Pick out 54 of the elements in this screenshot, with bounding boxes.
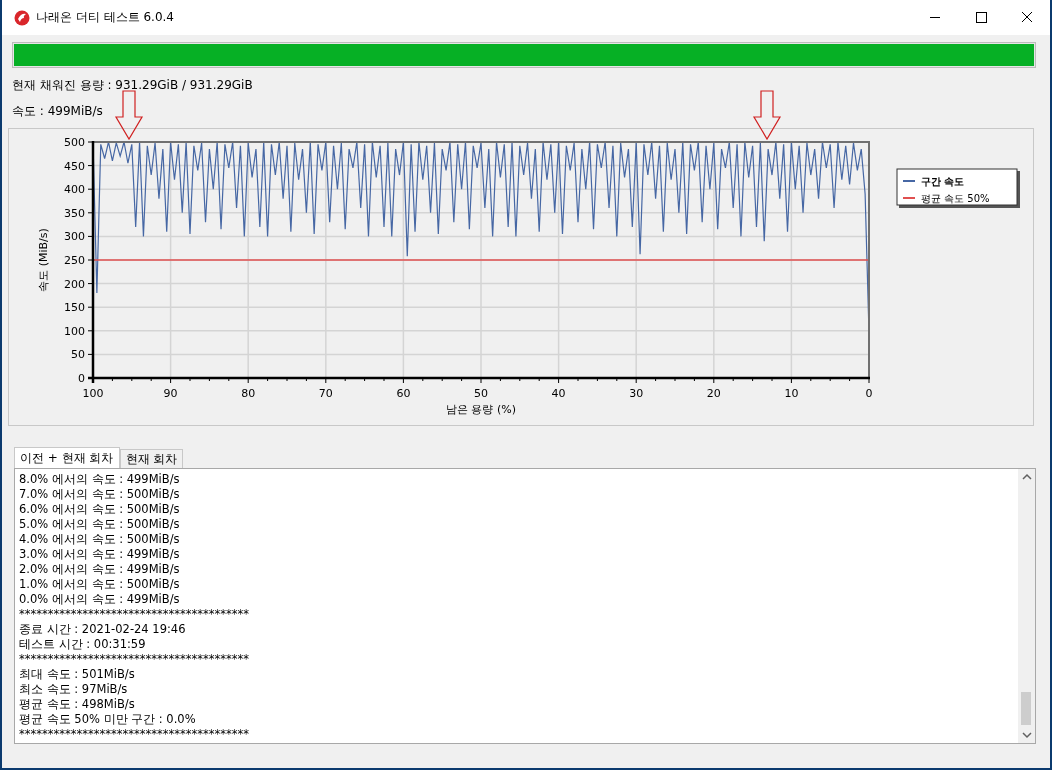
y-tick-label: 300: [64, 230, 85, 244]
log-line: 7.0% 에서의 속도 : 500MiB/s: [19, 487, 181, 502]
y-tick-label: 450: [64, 159, 85, 173]
window-title: 나래온 더티 테스트 6.0.4: [36, 9, 175, 26]
x-tick-label: 80: [241, 387, 256, 400]
log-line: 8.0% 에서의 속도 : 499MiB/s: [19, 472, 181, 487]
log-line: 0.0% 에서의 속도 : 499MiB/s: [19, 592, 181, 607]
x-tick-label: 0: [865, 387, 873, 400]
y-tick-label: 500: [64, 136, 85, 149]
app-logo-icon: [14, 9, 30, 26]
y-tick-label: 50: [71, 348, 85, 362]
log-line: 평균 속도 50% 미만 구간 : 0.0%: [19, 712, 197, 727]
x-tick-label: 50: [474, 387, 488, 400]
log-line: ****************************************: [19, 727, 250, 742]
log-line: 2.0% 에서의 속도 : 499MiB/s: [19, 562, 181, 577]
x-tick-label: 30: [629, 387, 644, 400]
y-tick-label: 350: [64, 206, 85, 220]
down-arrow-icon: [752, 90, 782, 141]
y-tick-label: 200: [64, 277, 85, 291]
log-line: 최소 속도 : 97MiB/s: [19, 682, 129, 697]
y-tick-label: 400: [64, 183, 85, 197]
x-tick-label: 10: [784, 387, 799, 400]
x-tick-label: 90: [163, 387, 178, 400]
x-axis-title: 남은 용량 (%): [446, 403, 516, 416]
y-axis-title: 속도 (MiB/s): [37, 228, 50, 292]
log-line: 5.0% 에서의 속도 : 500MiB/s: [19, 517, 181, 532]
log-line: 평균 속도 : 498MiB/s: [19, 697, 136, 712]
log-line: 3.0% 에서의 속도 : 499MiB/s: [19, 547, 181, 562]
log-line: ****************************************: [19, 652, 250, 667]
log-line: 4.0% 에서의 속도 : 500MiB/s: [19, 532, 181, 547]
log-line: 6.0% 에서의 속도 : 500MiB/s: [19, 502, 181, 517]
scrollbar[interactable]: [1018, 469, 1035, 743]
x-tick-label: 40: [551, 387, 566, 400]
speed-label: 속도 : 499MiB/s: [12, 103, 104, 120]
x-tick-label: 70: [318, 387, 333, 400]
y-tick-label: 0: [78, 372, 85, 385]
legend-label: 구간 속도: [921, 176, 965, 187]
tab[interactable]: 이전 + 현재 회차: [14, 447, 120, 468]
y-tick-label: 250: [64, 254, 85, 267]
y-tick-label: 100: [64, 324, 85, 338]
down-arrow-icon: [114, 90, 144, 141]
capacity-label: 현재 채워진 용량 : 931.29GiB / 931.29GiB: [12, 77, 254, 94]
log-line: 종료 시간 : 2021-02-24 19:46: [19, 622, 187, 637]
log-line: 테스트 시간 : 00:31:59: [19, 637, 147, 652]
x-tick-label: 60: [396, 387, 411, 400]
scroll-thumb[interactable]: [1021, 692, 1031, 725]
tab[interactable]: 현재 회차: [119, 449, 184, 468]
legend-label: 평균 속도 50%: [921, 193, 990, 204]
x-tick-label: 100: [82, 387, 104, 400]
log-line: ****************************************: [19, 607, 250, 622]
x-tick-label: 20: [706, 387, 721, 400]
y-tick-label: 150: [64, 301, 85, 315]
log-line: 1.0% 에서의 속도 : 500MiB/s: [19, 577, 181, 592]
log-line: 최대 속도 : 501MiB/s: [19, 667, 136, 682]
